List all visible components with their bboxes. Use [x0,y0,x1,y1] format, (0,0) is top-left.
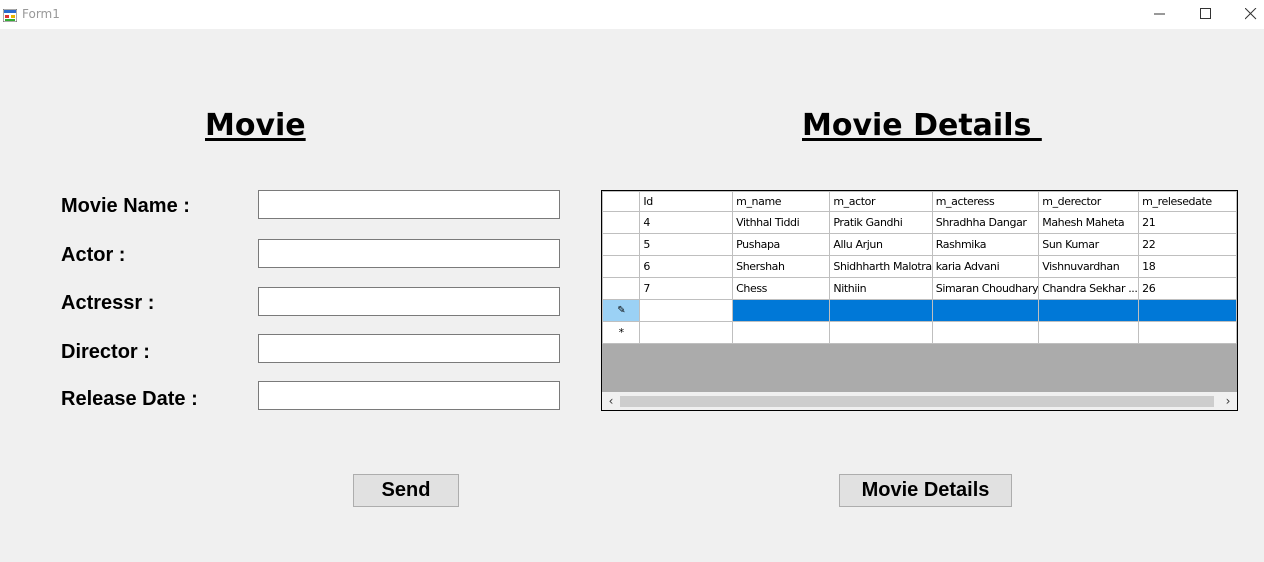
column-header-id[interactable]: Id [639,191,734,212]
table-cell[interactable]: Rashmika [931,233,1040,256]
scrollbar-thumb[interactable] [620,396,1214,407]
table-cell[interactable]: karia Advani [931,255,1040,278]
close-icon [1245,8,1257,20]
column-header-actor[interactable]: m_actor [829,191,933,212]
movie-name-input[interactable] [258,190,560,219]
table-cell[interactable]: Shradhha Dangar [931,211,1040,234]
table-row[interactable]: 7 Chess Nithiin Simaran Choudhary Chandr… [602,277,1237,300]
table-cell[interactable]: 5 [639,233,734,256]
table-cell[interactable] [829,299,933,322]
column-header-release-date[interactable]: m_relesedate [1138,191,1237,212]
movie-details-heading: Movie Details [802,108,1042,143]
movie-heading: Movie [205,108,306,143]
movie-data-grid[interactable]: Id m_name m_actor m_acteress m_derector … [601,190,1238,411]
edit-row-marker-icon[interactable]: ✎ [602,299,641,322]
table-cell[interactable]: 18 [1138,255,1237,278]
table-cell[interactable]: Simaran Choudhary [931,277,1040,300]
grid-table: Id m_name m_actor m_acteress m_derector … [602,191,1237,344]
scroll-right-icon[interactable]: › [1219,392,1237,410]
column-header-name[interactable]: m_name [732,191,831,212]
new-row[interactable]: * [602,321,1237,344]
table-cell[interactable]: Nithiin [829,277,933,300]
director-label: Director : [61,341,150,363]
table-cell[interactable] [829,321,933,344]
window-title: Form1 [22,7,60,21]
table-cell[interactable]: Allu Arjun [829,233,933,256]
row-header[interactable] [602,211,641,234]
table-row[interactable]: 5 Pushapa Allu Arjun Rashmika Sun Kumar … [602,233,1237,256]
maximize-button[interactable] [1183,0,1229,29]
table-cell[interactable] [732,299,831,322]
scroll-left-icon[interactable]: ‹ [602,392,620,410]
grid-header-row: Id m_name m_actor m_acteress m_derector … [602,191,1237,212]
table-cell[interactable]: Chess [732,277,831,300]
table-cell[interactable] [1138,321,1237,344]
actress-input[interactable] [258,287,560,316]
table-cell[interactable] [1038,321,1140,344]
table-cell[interactable] [732,321,831,344]
table-cell[interactable]: Shidhharth Malotra [829,255,933,278]
app-icon [2,7,18,23]
table-cell[interactable] [1038,299,1140,322]
close-button[interactable] [1228,0,1264,29]
release-date-label: Release Date : [61,388,198,410]
column-header-actress[interactable]: m_acteress [931,191,1040,212]
table-cell[interactable]: Shershah [732,255,831,278]
table-cell[interactable]: 4 [639,211,734,234]
table-cell[interactable]: 7 [639,277,734,300]
actor-label: Actor : [61,244,126,266]
new-row-marker-icon[interactable]: * [602,321,641,344]
table-cell[interactable]: 6 [639,255,734,278]
table-cell[interactable]: 21 [1138,211,1237,234]
table-cell[interactable]: Sun Kumar [1038,233,1140,256]
table-cell[interactable]: Chandra Sekhar ... [1038,277,1140,300]
table-cell[interactable] [931,321,1040,344]
table-cell[interactable] [639,321,734,344]
table-cell[interactable] [1138,299,1237,322]
row-header[interactable] [602,233,641,256]
table-cell[interactable]: 26 [1138,277,1237,300]
title-bar: Form1 [0,0,1264,29]
table-row[interactable]: 6 Shershah Shidhharth Malotra karia Adva… [602,255,1237,278]
maximize-icon [1200,8,1211,19]
actress-label: Actressr : [61,292,155,314]
table-cell[interactable] [931,299,1040,322]
horizontal-scrollbar[interactable]: ‹ › [602,392,1237,410]
director-input[interactable] [258,334,560,363]
column-header-director[interactable]: m_derector [1038,191,1140,212]
table-cell[interactable]: Vishnuvardhan [1038,255,1140,278]
minimize-icon [1154,13,1165,15]
table-cell[interactable]: Mahesh Maheta [1038,211,1140,234]
table-cell[interactable]: Pushapa [732,233,831,256]
table-row[interactable]: 4 Vithhal Tiddi Pratik Gandhi Shradhha D… [602,211,1237,234]
grid-corner-cell[interactable] [602,191,641,212]
movie-details-button[interactable]: Movie Details [839,474,1012,507]
table-cell[interactable] [639,299,734,322]
table-cell[interactable]: Pratik Gandhi [829,211,933,234]
table-cell[interactable]: Vithhal Tiddi [732,211,831,234]
send-button[interactable]: Send [353,474,459,507]
minimize-button[interactable] [1137,0,1183,29]
movie-name-label: Movie Name : [61,195,190,217]
row-header[interactable] [602,255,641,278]
editing-row[interactable]: ✎ [602,299,1237,322]
table-cell[interactable]: 22 [1138,233,1237,256]
row-header[interactable] [602,277,641,300]
release-date-input[interactable] [258,381,560,410]
actor-input[interactable] [258,239,560,268]
